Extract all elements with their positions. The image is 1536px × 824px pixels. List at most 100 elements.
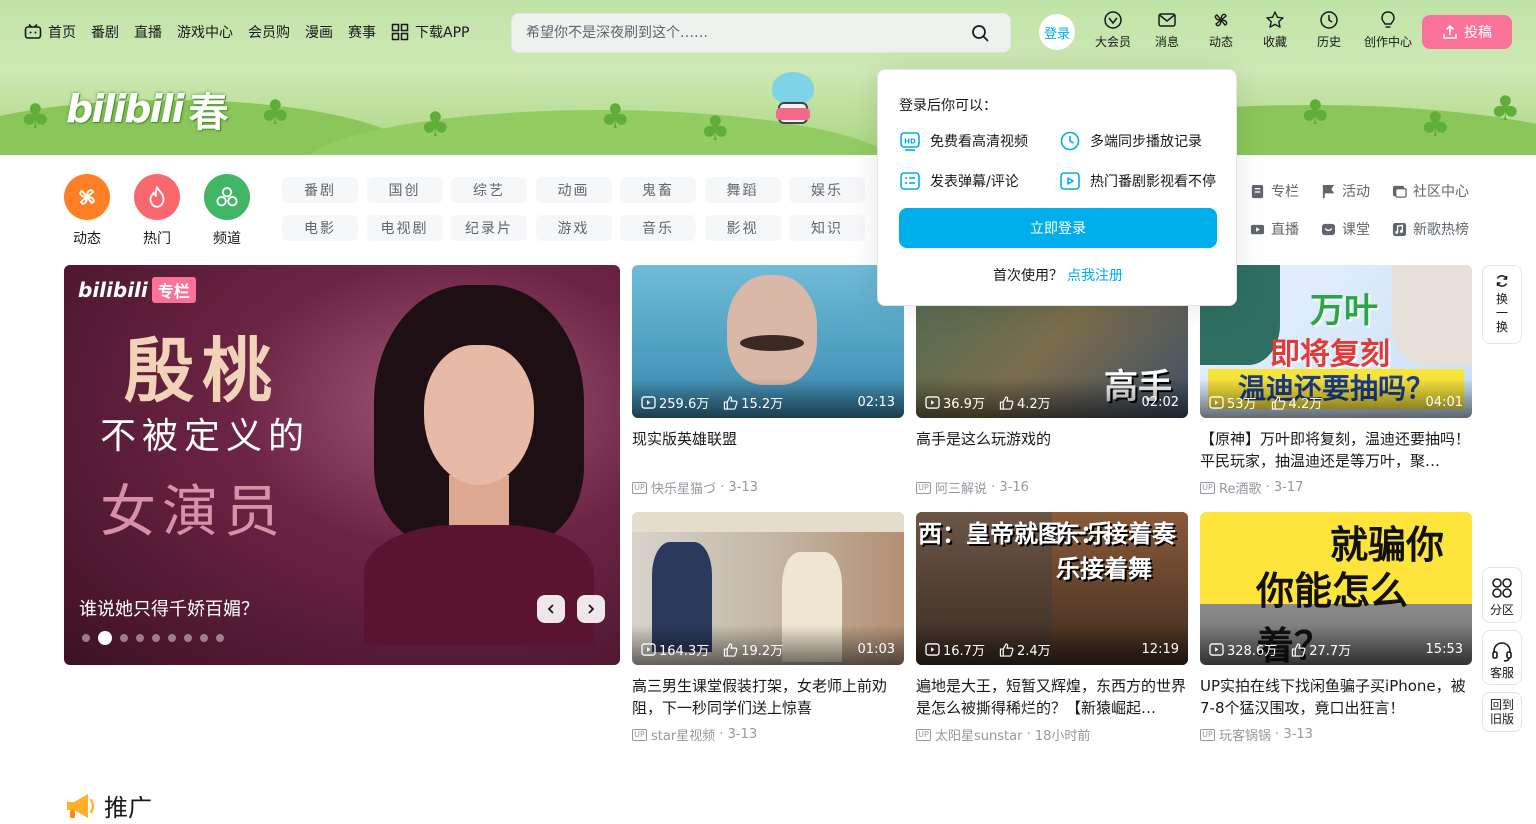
- nav-esports[interactable]: 赛事: [348, 22, 376, 42]
- publish-date: 18小时前: [1034, 729, 1091, 744]
- link-community[interactable]: 社区中心: [1392, 181, 1469, 201]
- community-icon: [1392, 185, 1407, 198]
- chip-knowledge[interactable]: 知识: [789, 215, 865, 241]
- quick-dynamics[interactable]: 动态: [57, 174, 117, 248]
- carousel-caption[interactable]: 谁说她只得千娇百媚？: [79, 595, 259, 621]
- video-author[interactable]: UP Re酒歌 · 3-17: [1200, 478, 1472, 497]
- login-now-button[interactable]: 立即登录: [899, 208, 1217, 248]
- video-thumbnail[interactable]: 西：皇帝就图一乐 东：接着奏乐接着舞 16.7万 2.4万 12:19: [916, 512, 1188, 665]
- customer-service-label: 客服: [1489, 666, 1514, 680]
- up-tag-icon: UP: [916, 481, 931, 494]
- carousel-next-button[interactable]: [577, 595, 605, 623]
- register-link[interactable]: 点我注册: [1067, 268, 1123, 284]
- chip-music[interactable]: 音乐: [620, 215, 696, 241]
- video-title[interactable]: 高三男生课堂假装打架，女老师上前劝阻，下一秒同学们送上惊喜: [632, 675, 904, 719]
- carousel-dot[interactable]: [136, 634, 144, 642]
- video-author[interactable]: UP 快乐星猫づ · 3-13: [632, 478, 904, 497]
- chip-tv-series[interactable]: 电视剧: [366, 215, 443, 241]
- nav-home-label: 首页: [48, 25, 76, 41]
- quick-channel[interactable]: 频道: [197, 174, 257, 248]
- zone-button[interactable]: 分区: [1482, 567, 1522, 623]
- hero-carousel[interactable]: bilibili 专栏 殷桃 不被定义的 女演员 谁说她只得千娇百媚？: [64, 265, 620, 665]
- video-thumbnail[interactable]: 万叶 即将复刻 温迪还要抽吗？ 53万 4.2万 04:01: [1200, 265, 1472, 418]
- nav-messages[interactable]: 消息: [1142, 10, 1192, 50]
- link-new-songs[interactable]: 新歌热榜: [1392, 219, 1469, 239]
- customer-service-button[interactable]: 客服: [1482, 630, 1522, 685]
- chip-kichiku[interactable]: 鬼畜: [620, 177, 696, 203]
- danmaku-icon: [900, 172, 920, 190]
- video-author[interactable]: UP 玩客锅锅 · 3-13: [1200, 725, 1472, 744]
- author-name: 太阳星sunstar: [935, 729, 1023, 744]
- video-thumbnail[interactable]: 259.6万 15.2万 02:13: [632, 265, 904, 418]
- nav-vip[interactable]: 大会员: [1088, 10, 1138, 50]
- link-live[interactable]: 直播: [1250, 219, 1299, 239]
- like-icon: [1271, 395, 1285, 410]
- nav-anime[interactable]: 番剧: [91, 22, 119, 42]
- search-input[interactable]: [526, 25, 964, 41]
- svg-text:HD: HD: [904, 138, 916, 146]
- thumbnail-text: 即将复刻: [1270, 337, 1390, 372]
- chip-film[interactable]: 影视: [704, 215, 781, 241]
- like-count: 15.2万: [741, 397, 784, 412]
- chip-row-1: 番剧 国创 综艺 动画 鬼畜 舞蹈 娱乐: [282, 177, 882, 203]
- video-title[interactable]: 遍地是大王，短暂又辉煌，东西方的世界是怎么被撕得稀烂的？【新猿崛起…: [916, 675, 1188, 719]
- carousel-prev-button[interactable]: [537, 595, 565, 623]
- video-author[interactable]: UP 太阳星sunstar · 18小时前: [916, 725, 1188, 744]
- legacy-version-button[interactable]: 回到旧版: [1482, 692, 1522, 732]
- nav-manga[interactable]: 漫画: [305, 22, 333, 42]
- video-thumbnail[interactable]: 164.3万 19.2万 01:03: [632, 512, 904, 665]
- play-count-icon: [641, 396, 656, 409]
- chip-game[interactable]: 游戏: [535, 215, 612, 241]
- video-author[interactable]: UP 阿三解说 · 3-16: [916, 478, 1188, 497]
- chip-variety[interactable]: 综艺: [451, 177, 527, 203]
- up-tag-icon: UP: [916, 728, 931, 741]
- author-name: Re酒歌: [1219, 482, 1262, 497]
- video-title[interactable]: 现实版英雄联盟: [632, 428, 904, 472]
- carousel-dot[interactable]: [184, 634, 192, 642]
- quick-hot[interactable]: 热门: [127, 174, 187, 248]
- nav-live[interactable]: 直播: [134, 22, 162, 42]
- login-avatar-button[interactable]: 登录: [1039, 14, 1075, 50]
- nav-game-center[interactable]: 游戏中心: [177, 22, 233, 42]
- nav-member-shop[interactable]: 会员购: [248, 22, 290, 42]
- carousel-dot[interactable]: [216, 634, 224, 642]
- nav-creator-center[interactable]: 创作中心: [1358, 10, 1418, 50]
- chip-animation[interactable]: 动画: [535, 177, 612, 203]
- bilibili-logo[interactable]: bilibili 春: [66, 84, 229, 136]
- carousel-dot[interactable]: [120, 634, 128, 642]
- video-title[interactable]: 高手是这么玩游戏的: [916, 428, 1188, 472]
- feature-binge: 热门番剧影视看不停: [1059, 170, 1216, 192]
- chip-entertainment[interactable]: 娱乐: [789, 177, 865, 203]
- carousel-dot[interactable]: [82, 634, 90, 642]
- chip-movie[interactable]: 电影: [282, 215, 358, 241]
- upload-button[interactable]: 投稿: [1422, 15, 1512, 49]
- carousel-dot[interactable]: [98, 631, 112, 645]
- link-activity[interactable]: 活动: [1321, 181, 1370, 201]
- video-thumbnail[interactable]: 就骗你 你能怎么着？ 328.6万 27.7万 15:53: [1200, 512, 1472, 665]
- carousel-dot[interactable]: [200, 634, 208, 642]
- link-column[interactable]: 专栏: [1250, 181, 1299, 201]
- video-title[interactable]: 【原神】万叶即将复刻，温迪还要抽吗！平民玩家，抽温迪还是等万叶，聚…: [1200, 428, 1472, 472]
- video-card: 万叶 即将复刻 温迪还要抽吗？ 53万 4.2万 04:01 【原神】万叶即将复…: [1200, 265, 1472, 497]
- refresh-button[interactable]: 换一换: [1482, 265, 1522, 344]
- quick-hot-circle: [134, 174, 180, 220]
- video-duration: 02:13: [857, 395, 895, 410]
- chip-documentary[interactable]: 纪录片: [451, 215, 527, 241]
- chip-anime[interactable]: 番剧: [282, 177, 358, 203]
- video-author[interactable]: UP star星视频 · 3-13: [632, 725, 904, 744]
- nav-home[interactable]: 首页: [24, 22, 76, 42]
- nav-history[interactable]: 历史: [1304, 10, 1354, 50]
- feature-hd-label: 免费看高清视频: [930, 134, 1028, 150]
- video-title[interactable]: UP实拍在线下找闲鱼骗子买iPhone，被7-8个猛汉围攻，竟口出狂言！: [1200, 675, 1472, 719]
- nav-dynamics[interactable]: 动态: [1196, 10, 1246, 50]
- carousel-dot[interactable]: [152, 634, 160, 642]
- nav-favorites[interactable]: 收藏: [1250, 10, 1300, 50]
- up-tag-icon: UP: [632, 481, 647, 494]
- chip-dance[interactable]: 舞蹈: [704, 177, 781, 203]
- pinwheel-icon: [1214, 13, 1228, 27]
- nav-download-app[interactable]: 下载APP: [391, 22, 469, 42]
- carousel-dot[interactable]: [168, 634, 176, 642]
- link-class[interactable]: 课堂: [1321, 219, 1370, 239]
- search-button[interactable]: [964, 17, 996, 49]
- chip-guochuang[interactable]: 国创: [366, 177, 443, 203]
